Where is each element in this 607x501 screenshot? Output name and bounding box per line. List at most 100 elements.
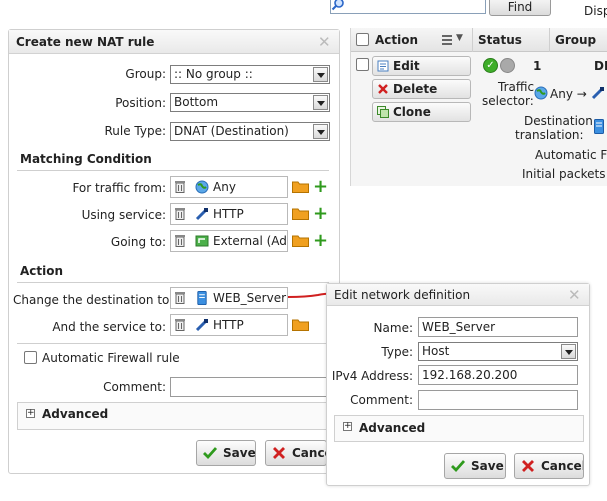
traffic-from-field[interactable]: Any	[170, 176, 288, 198]
and-service-label: And the service to:	[52, 320, 166, 334]
traffic-selector-label-2: selector:	[482, 94, 534, 108]
divider	[17, 343, 329, 344]
edit-label: Edit	[393, 59, 420, 73]
column-header-group[interactable]: Group	[551, 28, 607, 52]
name-label: Name:	[373, 321, 413, 335]
cancel-x-icon	[273, 447, 285, 459]
cancel-button[interactable]: Cancel	[514, 453, 584, 479]
display-label: Disp	[584, 4, 607, 18]
search-input[interactable]	[330, 0, 486, 14]
traffic-from-label: For traffic from:	[72, 181, 166, 195]
delete-button[interactable]: Delete	[372, 79, 471, 99]
ipv4-field[interactable]: 192.168.20.200	[418, 365, 578, 385]
trash-icon[interactable]	[175, 318, 185, 331]
traffic-selector-value: Any →	[550, 87, 587, 101]
create-nat-rule-dialog: Create new NAT rule ✕ Group: :: No group…	[8, 29, 340, 474]
expand-icon[interactable]: +	[343, 422, 352, 431]
add-icon[interactable]: +	[313, 205, 328, 223]
type-label: Type:	[381, 345, 413, 359]
name-field[interactable]: WEB_Server	[418, 317, 578, 337]
ipv4-label: IPv4 Address:	[331, 369, 413, 383]
edit-button[interactable]: Edit	[372, 56, 471, 76]
folder-icon[interactable]	[292, 234, 309, 247]
auto-firewall-checkbox[interactable]	[24, 351, 37, 364]
globe-icon	[195, 180, 209, 194]
edit-icon	[377, 60, 389, 72]
trash-icon[interactable]	[175, 291, 185, 304]
delete-label: Delete	[393, 82, 438, 96]
save-button[interactable]: Save	[444, 453, 506, 479]
search-icon	[331, 0, 344, 11]
folder-icon[interactable]	[292, 207, 309, 220]
matching-condition-title: Matching Condition	[20, 152, 152, 166]
group-select[interactable]: :: No group ::	[170, 65, 330, 84]
type-select[interactable]: Host	[418, 342, 578, 361]
select-all-checkbox[interactable]	[356, 33, 369, 46]
clone-label: Clone	[393, 105, 431, 119]
dest-translation-label: Destination	[524, 114, 593, 128]
position-select[interactable]: Bottom	[170, 93, 330, 112]
dest-translation-label-2: translation:	[515, 128, 584, 142]
close-icon[interactable]: ✕	[318, 35, 331, 50]
traffic-selector-label: Traffic	[498, 80, 535, 94]
save-button[interactable]: Save	[196, 440, 256, 466]
advanced-label: Advanced	[42, 407, 109, 421]
clone-icon	[377, 106, 389, 118]
column-header-status[interactable]: Status	[474, 28, 550, 52]
service-plug-icon	[591, 86, 605, 100]
find-button[interactable]: Find	[489, 0, 551, 16]
going-to-field[interactable]: External (Add	[170, 230, 288, 252]
dialog-title: Create new NAT rule	[9, 30, 339, 54]
position-label: Position:	[115, 96, 166, 110]
comment-field[interactable]	[170, 377, 330, 397]
close-icon[interactable]: ✕	[568, 288, 581, 303]
network-interface-icon	[195, 235, 209, 247]
rule-type-text: DN	[594, 59, 607, 73]
chevron-down-icon	[313, 124, 328, 139]
change-destination-label: Change the destination to:	[13, 293, 174, 307]
action-section-title: Action	[20, 264, 64, 278]
expand-icon[interactable]: +	[26, 409, 35, 418]
divider	[17, 170, 329, 171]
advanced-section[interactable]: + Advanced	[334, 415, 584, 442]
delete-x-icon	[378, 84, 388, 94]
trash-icon[interactable]	[175, 234, 185, 247]
group-label: Group:	[125, 67, 166, 81]
globe-icon	[534, 86, 548, 100]
add-icon[interactable]: +	[313, 178, 328, 196]
rule-type-label: Rule Type:	[104, 124, 166, 138]
columns-icon[interactable]	[442, 35, 452, 45]
clone-button[interactable]: Clone	[372, 102, 471, 122]
using-service-field[interactable]: HTTP	[170, 203, 288, 225]
rule-type-select[interactable]: DNAT (Destination)	[170, 122, 330, 141]
add-icon[interactable]: +	[313, 232, 328, 250]
folder-icon[interactable]	[292, 180, 309, 193]
initial-packets-text: Initial packets a	[522, 167, 607, 181]
going-to-label: Going to:	[110, 235, 166, 249]
rule-number: 1	[533, 59, 542, 73]
auto-firewall-label: Automatic Firewall rule	[42, 351, 180, 365]
comment-field[interactable]	[418, 390, 578, 410]
trash-icon[interactable]	[175, 207, 185, 220]
checkmark-icon	[451, 460, 465, 473]
and-service-field[interactable]: HTTP	[170, 314, 288, 336]
chevron-down-icon	[313, 67, 328, 82]
advanced-section[interactable]: + Advanced	[17, 402, 333, 430]
network-dialog-title: Edit network definition	[327, 284, 589, 306]
row-checkbox[interactable]	[356, 58, 369, 71]
change-destination-field[interactable]: WEB_Server	[170, 287, 288, 309]
folder-icon[interactable]	[292, 318, 309, 331]
chevron-down-icon	[561, 344, 576, 359]
status-enabled-icon[interactable]: ✓	[483, 58, 498, 73]
service-plug-icon	[195, 318, 209, 332]
column-menu-chevron-icon[interactable]: ▼	[456, 33, 463, 43]
service-plug-icon	[195, 207, 209, 221]
server-icon	[594, 119, 604, 134]
cancel-button[interactable]: Cance	[265, 440, 327, 466]
trash-icon[interactable]	[175, 180, 185, 193]
cancel-x-icon	[522, 460, 534, 472]
advanced-label: Advanced	[359, 421, 426, 435]
status-disabled-icon	[500, 58, 515, 73]
comment-label: Comment:	[103, 380, 166, 394]
divider	[17, 282, 329, 283]
